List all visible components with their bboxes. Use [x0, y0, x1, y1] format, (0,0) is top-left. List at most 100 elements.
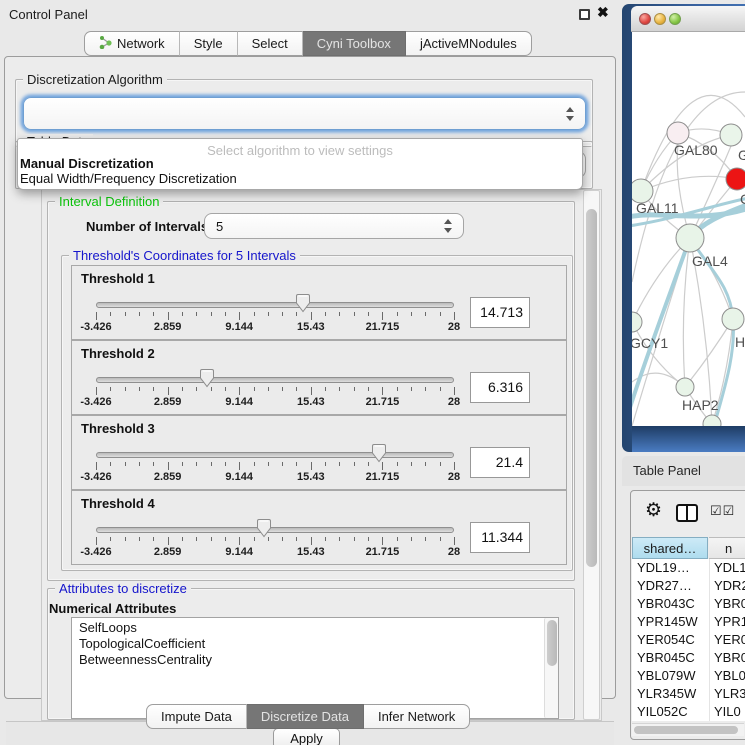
attributes-scrollbar[interactable]	[544, 618, 558, 718]
slider-tick	[296, 387, 297, 391]
attribute-item-betweennesscentrality[interactable]: BetweennessCentrality	[72, 652, 558, 668]
algorithm-option-manual-discretization[interactable]: Manual Discretization	[18, 156, 582, 171]
threshold-label: Threshold 1	[81, 271, 155, 286]
table-row-ydr27[interactable]: YDR27…YDR2	[632, 577, 745, 595]
cell-shared-name[interactable]: YLR345W	[632, 685, 709, 703]
cell-name[interactable]: YBL0	[709, 667, 745, 685]
slider-thumb[interactable]	[371, 443, 387, 463]
slider-track[interactable]	[96, 302, 454, 308]
network-node-label: H	[735, 334, 745, 350]
slider-thumb[interactable]	[295, 293, 311, 313]
threshold-value-field[interactable]: 11.344	[470, 522, 530, 553]
column-header-shared[interactable]: shared…	[632, 537, 708, 559]
network-node-gcy1[interactable]	[632, 312, 642, 332]
cell-name[interactable]: YIL0	[709, 703, 745, 721]
cell-shared-name[interactable]: YIL052C	[632, 703, 709, 721]
cell-name[interactable]: YER0	[709, 631, 745, 649]
table-row-ybr043c[interactable]: YBR043CYBR0	[632, 595, 745, 613]
bottom-tab-discretize-data[interactable]: Discretize Data	[247, 704, 364, 729]
network-node-gal80[interactable]	[667, 122, 689, 144]
slider-tick	[139, 312, 140, 316]
cell-name[interactable]: YPR1	[709, 613, 745, 631]
network-node-c[interactable]	[726, 168, 745, 190]
slider-track[interactable]	[96, 452, 454, 458]
cell-shared-name[interactable]: YBL079W	[632, 667, 709, 685]
threshold-value-field[interactable]: 14.713	[470, 297, 530, 328]
slider-tick-label: -3.426	[64, 396, 128, 408]
network-edge[interactable]	[683, 238, 690, 387]
attribute-item-selfloops[interactable]: SelfLoops	[72, 620, 558, 636]
table-row-ybr045c[interactable]: YBR045CYBR0	[632, 649, 745, 667]
tab-network[interactable]: Network	[84, 31, 180, 56]
tab-style[interactable]: Style	[180, 31, 238, 56]
cell-shared-name[interactable]: YDR27…	[632, 577, 709, 595]
cell-name[interactable]: YBR0	[709, 649, 745, 667]
zoom-traffic-light-icon[interactable]	[669, 13, 681, 25]
bottom-tab-infer-network[interactable]: Infer Network	[364, 704, 470, 729]
slider-tick	[282, 312, 283, 316]
slider-thumb[interactable]	[256, 518, 272, 538]
split-columns-icon[interactable]	[676, 504, 698, 522]
column-header-name[interactable]: n	[709, 537, 745, 559]
table-horizontal-scrollbar[interactable]	[632, 723, 744, 736]
table-row-ydl19[interactable]: YDL19…YDL1	[632, 559, 745, 577]
close-icon[interactable]: ✖	[597, 4, 609, 21]
minimize-traffic-light-icon[interactable]	[654, 13, 666, 25]
table-row-ypr145w[interactable]: YPR145WYPR1	[632, 613, 745, 631]
algorithm-combobox[interactable]	[23, 97, 586, 130]
slider-tick-label: 2.859	[136, 546, 200, 558]
attribute-item-topologicalcoefficient[interactable]: TopologicalCoefficient	[72, 636, 558, 652]
network-node-h[interactable]	[722, 308, 744, 330]
attributes-group-label: Attributes to discretize	[55, 581, 191, 596]
checkboxes-icon[interactable]: ☑☑	[710, 503, 735, 519]
tab-select[interactable]: Select	[238, 31, 303, 56]
slider-tick	[110, 462, 111, 466]
network-edge[interactable]	[632, 238, 690, 322]
bottom-tab-impute-data[interactable]: Impute Data	[146, 704, 247, 729]
scrollbar-thumb[interactable]	[547, 620, 557, 666]
main-tab-bar: NetworkStyleSelectCyni ToolboxjActiveMNo…	[84, 31, 532, 56]
network-canvas[interactable]: GAL80GCGAL11GAL4GCY1HHAP2	[632, 32, 745, 426]
scrollbar-thumb[interactable]	[634, 726, 738, 734]
number-of-intervals-value: 5	[216, 219, 223, 234]
cell-name[interactable]: YDR2	[709, 577, 745, 595]
cell-name[interactable]: YBR0	[709, 595, 745, 613]
table-row-ylr345w[interactable]: YLR345WYLR3	[632, 685, 745, 703]
network-edge[interactable]	[641, 176, 737, 191]
slider-tick	[239, 462, 240, 470]
cell-shared-name[interactable]: YBR043C	[632, 595, 709, 613]
table-row-yer054c[interactable]: YER054CYER0	[632, 631, 745, 649]
cell-shared-name[interactable]: YDL19…	[632, 559, 709, 577]
cell-name[interactable]: YLR3	[709, 685, 745, 703]
slider-tick	[225, 462, 226, 466]
scrollbar-thumb[interactable]	[586, 209, 597, 567]
network-node-hap2[interactable]	[676, 378, 694, 396]
slider-tick	[339, 387, 340, 391]
threshold-value-field[interactable]: 6.316	[470, 372, 530, 403]
slider-tick-label: 21.715	[350, 321, 414, 333]
algorithm-option-equal-width-frequency-discretization[interactable]: Equal Width/Frequency Discretization	[18, 171, 582, 186]
apply-button[interactable]: Apply	[273, 728, 340, 745]
close-traffic-light-icon[interactable]	[639, 13, 651, 25]
float-window-icon[interactable]	[579, 9, 590, 20]
cell-shared-name[interactable]: YBR045C	[632, 649, 709, 667]
tab-cyni-toolbox[interactable]: Cyni Toolbox	[303, 31, 406, 56]
settings-vertical-scrollbar[interactable]	[583, 190, 600, 720]
slider-thumb[interactable]	[199, 368, 215, 388]
number-of-intervals-combobox[interactable]: 5	[204, 213, 464, 239]
cell-name[interactable]: YDL1	[709, 559, 745, 577]
network-edge[interactable]	[690, 146, 731, 238]
tab-jactivemnodules[interactable]: jActiveMNodules	[406, 31, 532, 56]
cell-shared-name[interactable]: YER054C	[632, 631, 709, 649]
gear-icon[interactable]: ⚙	[645, 500, 662, 522]
network-window-titlebar[interactable]	[631, 6, 745, 32]
threshold-value-field[interactable]: 21.4	[470, 447, 530, 478]
table-row-yil052c[interactable]: YIL052CYIL0	[632, 703, 745, 721]
cell-shared-name[interactable]: YPR145W	[632, 613, 709, 631]
table-row-ybl079w[interactable]: YBL079WYBL0	[632, 667, 745, 685]
slider-track[interactable]	[96, 377, 454, 383]
slider-tick	[311, 387, 312, 395]
slider-track[interactable]	[96, 527, 454, 533]
network-node-g[interactable]	[720, 124, 742, 146]
network-node-gal4[interactable]	[676, 224, 704, 252]
